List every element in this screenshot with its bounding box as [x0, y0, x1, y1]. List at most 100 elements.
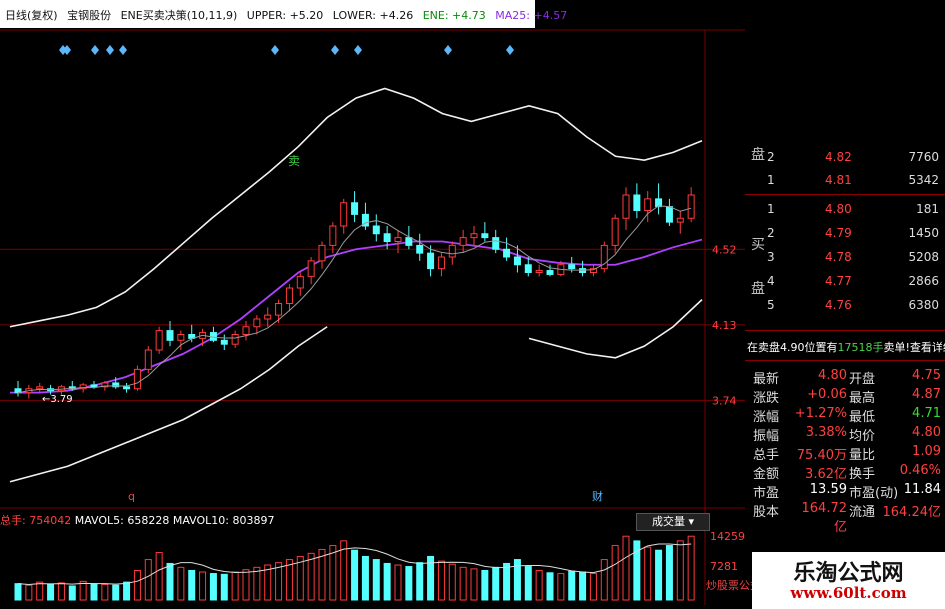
signal-diamond-icon	[106, 45, 114, 55]
buy-order-row[interactable]: 5 4.76 6380	[745, 298, 945, 320]
candle-body	[177, 334, 185, 341]
watermark-title: 乐淘公式网	[793, 561, 904, 586]
candle-body	[437, 256, 445, 270]
candle-body	[459, 237, 467, 246]
signal-diamond-icon	[91, 45, 99, 55]
volume-bar	[372, 559, 380, 601]
notice-action[interactable]: 卖单!查看详细	[884, 341, 945, 354]
stat-label: 总手	[753, 448, 780, 463]
candle-body	[275, 303, 283, 316]
candle-body	[535, 270, 543, 273]
stat-value: 164.72亿	[801, 501, 848, 535]
candle-body	[372, 225, 380, 235]
stat-label: 换手	[849, 467, 876, 482]
stat-value: 164.24亿	[882, 505, 942, 520]
candle-body	[220, 339, 228, 345]
volume-bar	[36, 581, 44, 601]
orderbook-volume: 5342	[908, 173, 939, 187]
watermark: 乐淘公式网 www.60lt.com	[752, 552, 945, 609]
stat-value: 3.62亿	[805, 467, 847, 482]
buy-order-row[interactable]: 2 4.79 1450	[745, 226, 945, 248]
stats-row: 涨跌 +0.06 最高 4.87	[745, 387, 945, 406]
stat-value: +1.27%	[794, 406, 847, 421]
volume-bar	[253, 566, 261, 601]
volume-bar	[437, 560, 445, 601]
stat-value: 4.71	[912, 406, 941, 421]
mavol10-label: MAVOL10:	[172, 514, 233, 527]
stat-value: 0.46%	[899, 463, 941, 478]
stat-label: 金额	[753, 467, 780, 482]
stat-value: +0.06	[807, 387, 847, 402]
notice-amount: 17518手	[837, 341, 884, 354]
volume-bar	[416, 562, 424, 601]
candle-body	[665, 206, 673, 223]
candle-body	[546, 270, 554, 275]
candle-body	[676, 217, 684, 223]
lower-band-line	[528, 299, 703, 359]
stats-row: 振幅 3.38% 均价 4.80	[745, 425, 945, 444]
stat-value: 75.40万	[796, 448, 847, 463]
orderbook-price: 4.80	[825, 202, 852, 216]
candle-body	[296, 275, 304, 289]
volume-bar	[579, 571, 587, 601]
stats-table: 最新 4.80 开盘 4.75 涨跌 +0.06 最高 4.87 涨幅 +1.27%…	[745, 368, 945, 535]
orderbook-volume: 181	[916, 202, 939, 216]
candle-body	[427, 252, 435, 270]
volume-bar	[568, 570, 576, 601]
candle-body	[253, 318, 261, 328]
candle-body	[144, 349, 152, 370]
sell-order-row[interactable]: 2 4.82 7760	[745, 150, 945, 172]
buy-order-row[interactable]: 4 4.77 2866	[745, 274, 945, 296]
candle-body	[644, 198, 652, 211]
candle-body	[687, 194, 695, 219]
volume-tick-label: 7281	[710, 560, 738, 573]
candle-body	[503, 248, 511, 258]
candle-body	[405, 237, 413, 246]
signal-diamond-icon	[444, 45, 452, 55]
volume-bar	[383, 562, 391, 601]
volume-bar	[155, 552, 163, 601]
volume-bar	[644, 546, 652, 601]
volume-tick-label: 14259	[710, 530, 745, 543]
stat-value: 4.80	[818, 368, 847, 383]
candle-body	[481, 233, 489, 239]
stats-row: 股本 164.72亿 流通 164.24亿	[745, 501, 945, 535]
volume-bar	[47, 583, 55, 601]
mavol5-value: 658228	[127, 514, 170, 527]
candle-body	[383, 233, 391, 242]
volume-bar	[123, 581, 131, 601]
candle-body	[633, 194, 641, 211]
orderbook-level: 3	[767, 250, 775, 264]
candle-body	[622, 194, 630, 219]
volume-bar	[459, 566, 467, 601]
sell-order-row[interactable]: 1 4.81 5342	[745, 173, 945, 195]
volume-bar	[79, 580, 87, 601]
volume-bar	[394, 564, 402, 601]
stat-value: 13.59	[809, 482, 847, 497]
volume-bar	[600, 559, 608, 601]
volume-bar	[676, 540, 684, 601]
candle-body	[307, 260, 315, 277]
orderbook-price: 4.79	[825, 226, 852, 240]
orderbook-level: 1	[767, 173, 775, 187]
volume-bar	[524, 566, 532, 601]
sell-signal-label: 卖	[288, 154, 300, 168]
finance-event-label: 财	[592, 489, 603, 503]
volume-bar	[546, 572, 554, 601]
notice-text: 在卖盘4.90位置有	[747, 341, 838, 354]
large-order-notice[interactable]: 在卖盘4.90位置有17518手卖单!查看详细	[747, 339, 945, 355]
buy-order-row[interactable]: 1 4.80 181	[745, 202, 945, 224]
volume-bar	[405, 566, 413, 601]
stat-value: 4.75	[912, 368, 941, 383]
buy-order-row[interactable]: 3 4.78 5208	[745, 250, 945, 272]
orderbook-volume: 5208	[908, 250, 939, 264]
orderbook-level: 2	[767, 150, 775, 164]
event-q-label: q	[128, 490, 135, 503]
volume-indicator-select[interactable]: 成交量 ▾	[636, 513, 710, 531]
volume-bar	[133, 569, 141, 601]
candle-body	[155, 330, 163, 351]
volume-bar	[492, 566, 500, 601]
stat-label: 振幅	[753, 429, 780, 444]
volume-bar	[535, 569, 543, 601]
watermark-url: www.60lt.com	[790, 584, 907, 602]
